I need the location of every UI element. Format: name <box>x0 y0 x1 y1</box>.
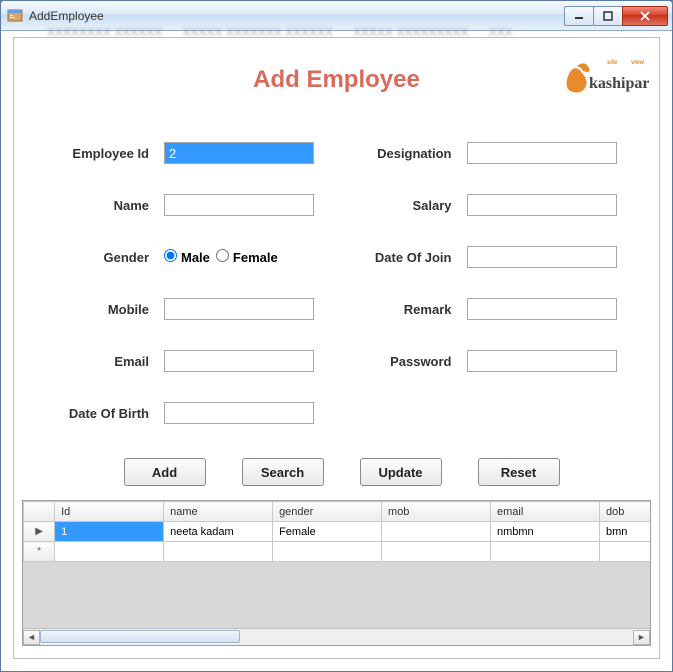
add-button[interactable]: Add <box>124 458 206 486</box>
action-buttons: Add Search Update Reset <box>14 458 659 486</box>
label-empid: Employee Id <box>34 146 164 161</box>
name-input[interactable] <box>164 194 314 216</box>
col-id[interactable]: Id <box>55 502 164 522</box>
cell-mob[interactable] <box>382 522 491 542</box>
gender-male-option[interactable]: Male <box>164 249 210 265</box>
data-grid[interactable]: Id name gender mob email dob ▶ 1 neeta k… <box>22 500 651 646</box>
minimize-button[interactable] <box>564 6 594 26</box>
titlebar[interactable]: AddEmployee <box>1 1 672 31</box>
label-email: Email <box>34 354 164 369</box>
gender-male-radio[interactable] <box>164 249 177 262</box>
row-indicator-icon: ▶ <box>24 522 55 542</box>
window-controls <box>565 6 668 26</box>
form-grid: Employee Id Designation Name Salary <box>14 138 659 450</box>
label-doj: Date Of Join <box>337 250 467 265</box>
col-mob[interactable]: mob <box>382 502 491 522</box>
email-input[interactable] <box>164 350 314 372</box>
grid-corner <box>24 502 55 522</box>
col-email[interactable]: email <box>491 502 600 522</box>
password-input[interactable] <box>467 350 617 372</box>
svg-text:site: site <box>607 60 618 66</box>
app-window: AddEmployee XXXXXXXX XXXXXX XXXXX XXXXXX… <box>0 0 673 672</box>
maximize-button[interactable] <box>593 6 623 26</box>
employee-id-input[interactable] <box>164 142 314 164</box>
window-title: AddEmployee <box>29 9 565 23</box>
designation-input[interactable] <box>467 142 617 164</box>
cell-email[interactable]: nmbmn <box>491 522 600 542</box>
scroll-left-arrow-icon[interactable]: ◄ <box>23 630 40 645</box>
label-password: Password <box>337 354 467 369</box>
reset-button[interactable]: Reset <box>478 458 560 486</box>
close-button[interactable] <box>622 6 668 26</box>
table-row[interactable]: ▶ 1 neeta kadam Female nmbmn bmn <box>24 522 652 542</box>
cell-name[interactable]: neeta kadam <box>164 522 273 542</box>
salary-input[interactable] <box>467 194 617 216</box>
label-gender: Gender <box>34 250 164 265</box>
remark-input[interactable] <box>467 298 617 320</box>
label-dob: Date Of Birth <box>34 406 164 421</box>
grid-header-row: Id name gender mob email dob <box>24 502 652 522</box>
client-area: XXXXXXXX XXXXXX XXXXX XXXXXXX XXXXXX XXX… <box>7 31 666 665</box>
new-row-indicator-icon: * <box>24 542 55 562</box>
form-panel: Add Employee site view kashipara Employe… <box>13 37 660 659</box>
label-mobile: Mobile <box>34 302 164 317</box>
update-button[interactable]: Update <box>360 458 442 486</box>
label-name: Name <box>34 198 164 213</box>
brand-logo: site view kashipara <box>559 48 649 108</box>
col-dob[interactable]: dob <box>599 502 651 522</box>
gender-female-option[interactable]: Female <box>216 249 278 265</box>
cell-dob[interactable]: bmn <box>599 522 651 542</box>
svg-text:kashipara: kashipara <box>589 75 649 92</box>
label-designation: Designation <box>337 146 467 161</box>
svg-text:view: view <box>631 60 644 66</box>
cell-id[interactable]: 1 <box>55 522 164 542</box>
scroll-track[interactable] <box>40 630 633 645</box>
scroll-right-arrow-icon[interactable]: ► <box>633 630 650 645</box>
mobile-input[interactable] <box>164 298 314 320</box>
date-of-birth-input[interactable] <box>164 402 314 424</box>
app-icon <box>7 8 23 24</box>
gender-female-radio[interactable] <box>216 249 229 262</box>
label-remark: Remark <box>337 302 467 317</box>
label-salary: Salary <box>337 198 467 213</box>
scroll-thumb[interactable] <box>40 630 240 643</box>
table-new-row[interactable]: * <box>24 542 652 562</box>
date-of-join-input[interactable] <box>467 246 617 268</box>
search-button[interactable]: Search <box>242 458 324 486</box>
horizontal-scrollbar[interactable]: ◄ ► <box>23 628 650 645</box>
cell-gender[interactable]: Female <box>273 522 382 542</box>
col-name[interactable]: name <box>164 502 273 522</box>
col-gender[interactable]: gender <box>273 502 382 522</box>
